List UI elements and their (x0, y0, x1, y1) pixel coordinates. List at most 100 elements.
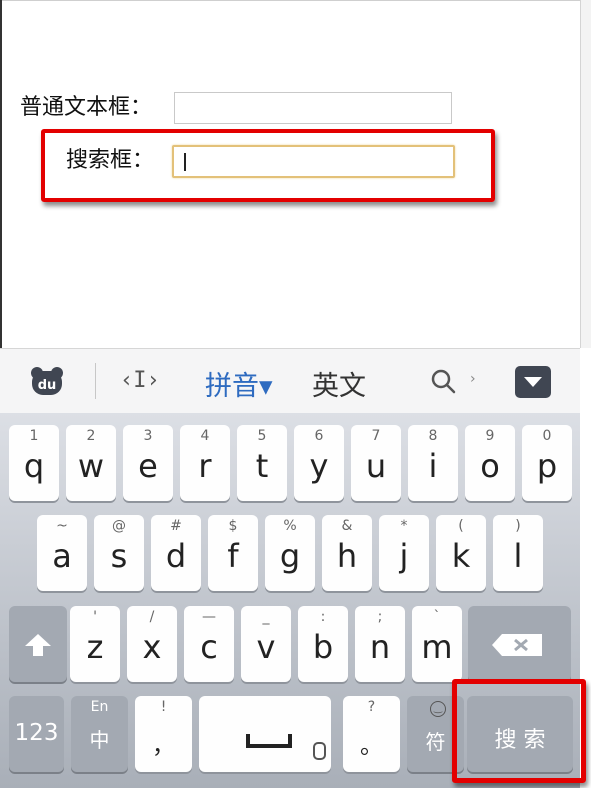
language-switch-key[interactable]: En 中 (71, 696, 128, 772)
key-k[interactable]: (k (436, 515, 486, 591)
shift-arrow-icon (25, 634, 51, 656)
search-icon[interactable] (430, 368, 458, 396)
key-hint: 7 (371, 428, 381, 444)
key-hint: 5 (257, 428, 267, 444)
key-u[interactable]: 7u (351, 425, 401, 501)
shift-key[interactable] (9, 606, 67, 682)
period-key-label: 。 (360, 733, 383, 759)
key-j[interactable]: * j (379, 515, 429, 591)
key-hint: : (320, 609, 326, 625)
pinyin-mode-button[interactable]: 拼音▾ (205, 364, 273, 403)
key-i[interactable]: 8i (408, 425, 458, 501)
key-hint: ~ (56, 518, 68, 534)
key-label: m (421, 628, 453, 666)
scrollbar-track[interactable] (580, 0, 591, 348)
key-x[interactable]: / x (127, 606, 177, 682)
key-hint: 2 (86, 428, 96, 444)
page-left-border (0, 0, 2, 348)
key-label: z (86, 628, 104, 666)
language-hint: En (90, 699, 109, 715)
backspace-icon (492, 634, 542, 656)
key-label: a (52, 537, 72, 575)
key-hint: # (170, 518, 182, 534)
baidu-bear-logo-icon[interactable]: du (30, 366, 64, 396)
key-a[interactable]: ~ a (37, 515, 87, 591)
key-hint: % (283, 518, 297, 534)
key-label: l (513, 537, 523, 575)
key-y[interactable]: 6y (294, 425, 344, 501)
key-m[interactable]: ` m (412, 606, 462, 682)
ime-toolbar: du ‹I› 拼音▾ 英文 › (0, 348, 580, 414)
key-hint: ` (433, 609, 441, 625)
key-hint: 9 (485, 428, 495, 444)
key-b[interactable]: :b (298, 606, 348, 682)
key-s[interactable]: @ s (94, 515, 144, 591)
key-hint: ( (458, 518, 464, 534)
comma-key[interactable]: ! ， (135, 696, 192, 772)
key-hint: / (149, 609, 155, 625)
key-label: f (227, 537, 239, 575)
key-h[interactable]: & h (322, 515, 372, 591)
key-hint: _ (262, 609, 270, 625)
key-hint: * (400, 518, 408, 534)
emoji-icon: ‿ (430, 701, 446, 717)
key-hint: ) (515, 518, 521, 534)
key-e[interactable]: 3e (123, 425, 173, 501)
key-z[interactable]: ' z (70, 606, 120, 682)
key-label: c (200, 628, 218, 666)
space-icon (246, 734, 292, 748)
chevron-down-icon (524, 377, 542, 387)
key-label: v (256, 628, 276, 666)
key-label: h (336, 537, 358, 575)
key-g[interactable]: % g (265, 515, 315, 591)
key-l[interactable]: ) l (493, 515, 543, 591)
key-t[interactable]: 5t (237, 425, 287, 501)
language-key-label: 中 (89, 728, 110, 752)
key-label: i (428, 447, 438, 485)
key-f[interactable]: $ f (208, 515, 258, 591)
key-hint: @ (112, 518, 126, 534)
delete-key[interactable] (468, 606, 571, 682)
comma-hint: ! (160, 699, 167, 715)
period-hint: ? (367, 699, 376, 715)
key-r[interactable]: 4r (180, 425, 230, 501)
plain-textbox-label: 普通文本框： (20, 95, 153, 120)
key-label: t (255, 447, 269, 485)
key-label: s (110, 537, 128, 575)
key-p[interactable]: 0p (522, 425, 572, 501)
key-label: b (312, 628, 334, 666)
cursor-move-icon[interactable]: ‹I› (120, 368, 160, 393)
plain-text-input[interactable] (174, 92, 452, 124)
key-label: e (138, 447, 158, 485)
space-key[interactable] (199, 696, 331, 772)
key-hint: ; (377, 609, 383, 625)
key-label: j (399, 537, 409, 575)
key-label: r (198, 447, 212, 485)
key-label: g (279, 537, 301, 575)
key-q[interactable]: 1q (9, 425, 59, 501)
search-field-highlight (41, 129, 495, 202)
key-c[interactable]: — c (184, 606, 234, 682)
key-d[interactable]: # d (151, 515, 201, 591)
key-v[interactable]: _ v (241, 606, 291, 682)
key-w[interactable]: 2w (66, 425, 116, 501)
english-mode-button[interactable]: 英文 (312, 364, 366, 403)
key-label: n (369, 628, 391, 666)
period-key[interactable]: ? 。 (343, 696, 400, 772)
ime-divider (95, 363, 96, 399)
key-hint: ' (93, 609, 97, 625)
key-label: y (309, 447, 329, 485)
key-label: k (451, 537, 471, 575)
key-hint: 1 (29, 428, 39, 444)
logo-text: du (38, 378, 57, 393)
number-mode-key[interactable]: 123 (9, 696, 64, 772)
key-label: w (77, 447, 105, 485)
collapse-keyboard-button[interactable] (515, 366, 551, 398)
key-label: q (23, 447, 45, 485)
key-hint: 3 (143, 428, 153, 444)
key-n[interactable]: ; n (355, 606, 405, 682)
page-top-border (0, 0, 580, 1)
key-o[interactable]: 9o (465, 425, 515, 501)
key-label: x (142, 628, 162, 666)
chevron-right-icon[interactable]: › (470, 371, 476, 387)
